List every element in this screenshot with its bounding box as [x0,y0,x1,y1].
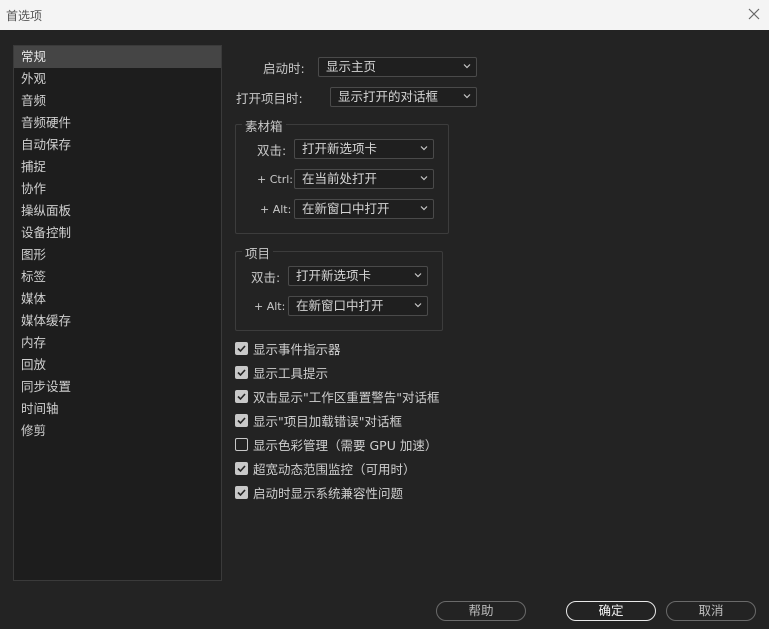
cancel-button[interactable]: 取消 [666,601,756,621]
project-alt-value: 在新窗口中打开 [296,298,384,313]
sidebar-item-playback[interactable]: 回放 [14,354,221,376]
bins-ctrl-label: + Ctrl: [257,173,293,186]
sidebar-item-memory[interactable]: 内存 [14,332,221,354]
startup-dropdown[interactable]: 显示主页 [318,57,477,77]
open-project-label: 打开项目时: [236,91,303,106]
project-double-click-label: 双击: [251,270,281,285]
checkbox-checked-icon[interactable] [235,461,248,475]
checkbox-color-management[interactable]: 显示色彩管理（需要 GPU 加速） [235,435,437,453]
bins-alt-value: 在新窗口中打开 [302,201,390,216]
checkbox-label: 显示工具提示 [253,365,329,381]
checkbox-checked-icon[interactable] [235,341,248,355]
sidebar-item-trim[interactable]: 修剪 [14,420,221,442]
chevron-down-icon [414,303,422,308]
checkbox-checked-icon[interactable] [235,389,248,403]
open-project-value: 显示打开的对话框 [338,89,439,104]
checkbox-label: 显示"项目加载错误"对话框 [253,413,402,429]
checkbox-checked-icon[interactable] [235,485,248,499]
sidebar-item-audio[interactable]: 音频 [14,90,221,112]
checkbox-label: 显示事件指示器 [253,341,341,357]
bins-alt-label: + Alt: [260,203,292,216]
sidebar-item-general[interactable]: 常规 [14,46,221,68]
checkbox-workspace-reset-warning[interactable]: 双击显示"工作区重置警告"对话框 [235,387,440,405]
help-button[interactable]: 帮助 [436,601,526,621]
chevron-down-icon [414,273,422,278]
checkbox-label: 双击显示"工作区重置警告"对话框 [253,389,440,405]
project-alt-label: + Alt: [254,300,286,313]
sidebar-item-capture[interactable]: 捕捉 [14,156,221,178]
checkbox-checked-icon[interactable] [235,365,248,379]
project-alt-dropdown[interactable]: 在新窗口中打开 [288,296,428,316]
open-project-dropdown[interactable]: 显示打开的对话框 [330,87,477,107]
bins-ctrl-value: 在当前处打开 [302,171,378,186]
chevron-down-icon [463,64,471,69]
sidebar-item-labels[interactable]: 标签 [14,266,221,288]
checkbox-show-event-indicators[interactable]: 显示事件指示器 [235,339,341,357]
startup-value: 显示主页 [326,59,377,74]
chevron-down-icon [420,206,428,211]
sidebar-item-auto-save[interactable]: 自动保存 [14,134,221,156]
checkbox-label: 启动时显示系统兼容性问题 [253,485,404,501]
sidebar-item-collaboration[interactable]: 协作 [14,178,221,200]
project-group-title: 项目 [242,243,274,262]
bins-group-title: 素材箱 [242,116,286,135]
ok-button[interactable]: 确定 [566,601,656,621]
checkbox-label: 超宽动态范围监控（可用时） [253,461,416,477]
chevron-down-icon [463,94,471,99]
sidebar-item-timeline[interactable]: 时间轴 [14,398,221,420]
sidebar-item-appearance[interactable]: 外观 [14,68,221,90]
bins-alt-dropdown[interactable]: 在新窗口中打开 [294,199,434,219]
checkbox-hdr-monitoring[interactable]: 超宽动态范围监控（可用时） [235,459,416,477]
chevron-down-icon [420,176,428,181]
title-bar: 首选项 [0,0,769,30]
project-double-click-value: 打开新选项卡 [296,268,372,283]
checkbox-project-load-errors[interactable]: 显示"项目加载错误"对话框 [235,411,402,429]
project-group [235,251,443,331]
checkbox-show-tooltips[interactable]: 显示工具提示 [235,363,328,381]
sidebar-item-media[interactable]: 媒体 [14,288,221,310]
bins-double-click-dropdown[interactable]: 打开新选项卡 [294,139,434,159]
close-icon[interactable] [745,5,763,23]
sidebar-item-graphics[interactable]: 图形 [14,244,221,266]
bins-ctrl-dropdown[interactable]: 在当前处打开 [294,169,434,189]
window-title: 首选项 [6,9,43,23]
chevron-down-icon [420,146,428,151]
bins-double-click-label: 双击: [257,143,287,158]
checkbox-compatibility-issues[interactable]: 启动时显示系统兼容性问题 [235,483,403,501]
checkbox-label: 显示色彩管理（需要 GPU 加速） [253,437,438,453]
sidebar-item-audio-hardware[interactable]: 音频硬件 [14,112,221,134]
checkbox-unchecked-icon[interactable] [235,437,248,451]
startup-label: 启动时: [263,61,305,76]
project-double-click-dropdown[interactable]: 打开新选项卡 [288,266,428,286]
sidebar-item-control-surface[interactable]: 操纵面板 [14,200,221,222]
checkbox-checked-icon[interactable] [235,413,248,427]
sidebar-item-device-control[interactable]: 设备控制 [14,222,221,244]
bins-double-click-value: 打开新选项卡 [302,141,378,156]
sidebar-item-sync-settings[interactable]: 同步设置 [14,376,221,398]
preferences-sidebar: 常规 外观 音频 音频硬件 自动保存 捕捉 协作 操纵面板 设备控制 图形 标签… [13,45,222,581]
sidebar-item-media-cache[interactable]: 媒体缓存 [14,310,221,332]
